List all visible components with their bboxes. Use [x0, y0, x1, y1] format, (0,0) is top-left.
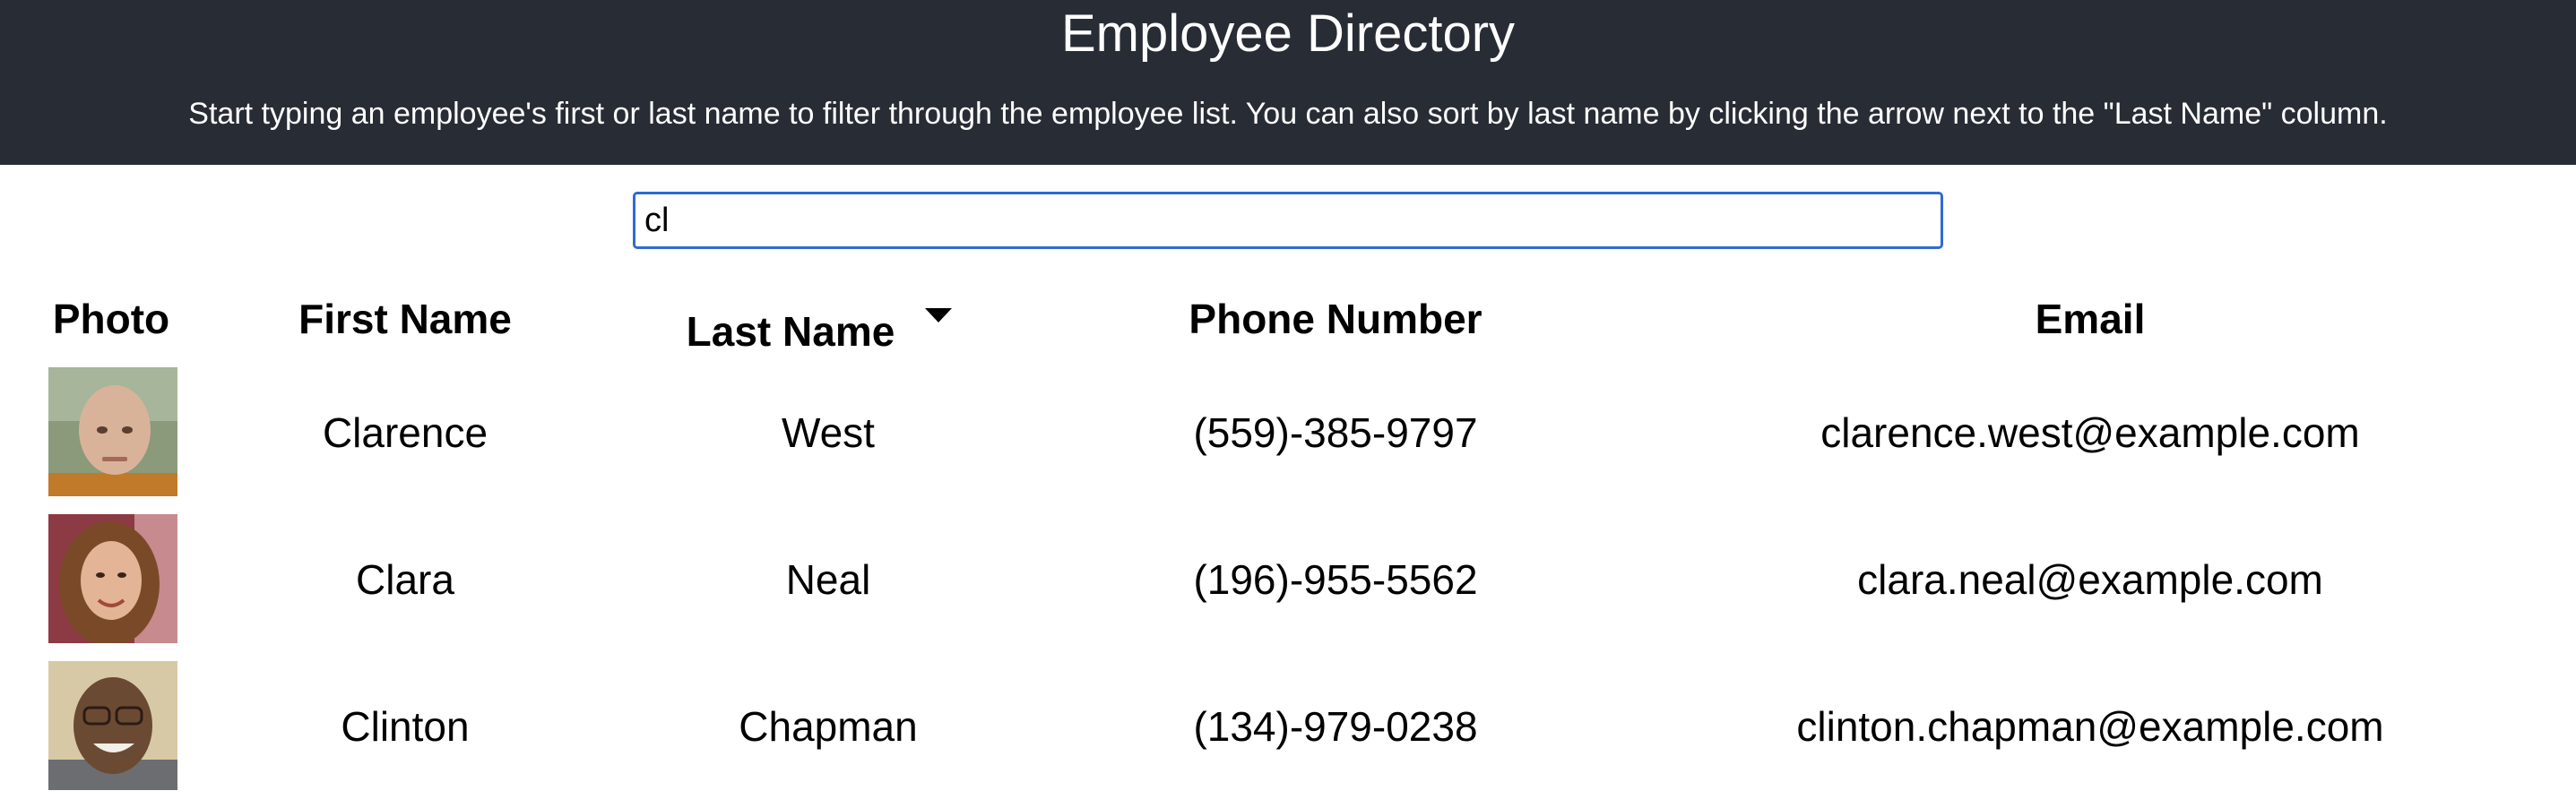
column-header-email: Email: [2035, 296, 2146, 342]
email-cell: clinton.chapman@example.com: [1796, 703, 2384, 750]
page-instructions: Start typing an employee's first or last…: [188, 97, 2388, 131]
last-name-cell: Neal: [785, 556, 871, 603]
column-header-last-name: Last Name: [686, 308, 895, 355]
email-cell: clarence.west@example.com: [1820, 409, 2360, 456]
last-name-cell: West: [782, 409, 875, 456]
column-header-phone-number: Phone Number: [1189, 296, 1482, 342]
table-row: Clarence West (559)-385-9797 clarence.we…: [0, 365, 2576, 512]
column-header-photo: Photo: [52, 296, 170, 342]
employee-photo-image: [48, 661, 177, 790]
phone-cell: (134)-979-0238: [1193, 703, 1478, 750]
email-cell: clara.neal@example.com: [1857, 556, 2323, 603]
last-name-cell: Chapman: [739, 703, 918, 750]
employee-photo-image: [48, 367, 177, 496]
search-input[interactable]: [633, 192, 1943, 249]
page-header: Employee Directory Start typing an emplo…: [0, 0, 2576, 165]
phone-cell: (559)-385-9797: [1193, 409, 1478, 456]
employee-photo: [48, 367, 177, 496]
phone-cell: (196)-955-5562: [1193, 556, 1478, 603]
employee-photo: [48, 661, 177, 790]
employee-photo: [48, 514, 177, 643]
caret-down-icon[interactable]: [925, 308, 952, 322]
first-name-cell: Clara: [356, 556, 454, 603]
table-row: Clara Neal (196)-955-5562 clara.neal@exa…: [0, 512, 2576, 659]
column-header-first-name: First Name: [298, 296, 512, 342]
page-title: Employee Directory: [1060, 4, 1516, 63]
employee-photo-image: [48, 514, 177, 643]
first-name-cell: Clarence: [322, 409, 488, 456]
first-name-cell: Clinton: [341, 703, 470, 750]
table-row: Clinton Chapman (134)-979-0238 clinton.c…: [0, 659, 2576, 806]
